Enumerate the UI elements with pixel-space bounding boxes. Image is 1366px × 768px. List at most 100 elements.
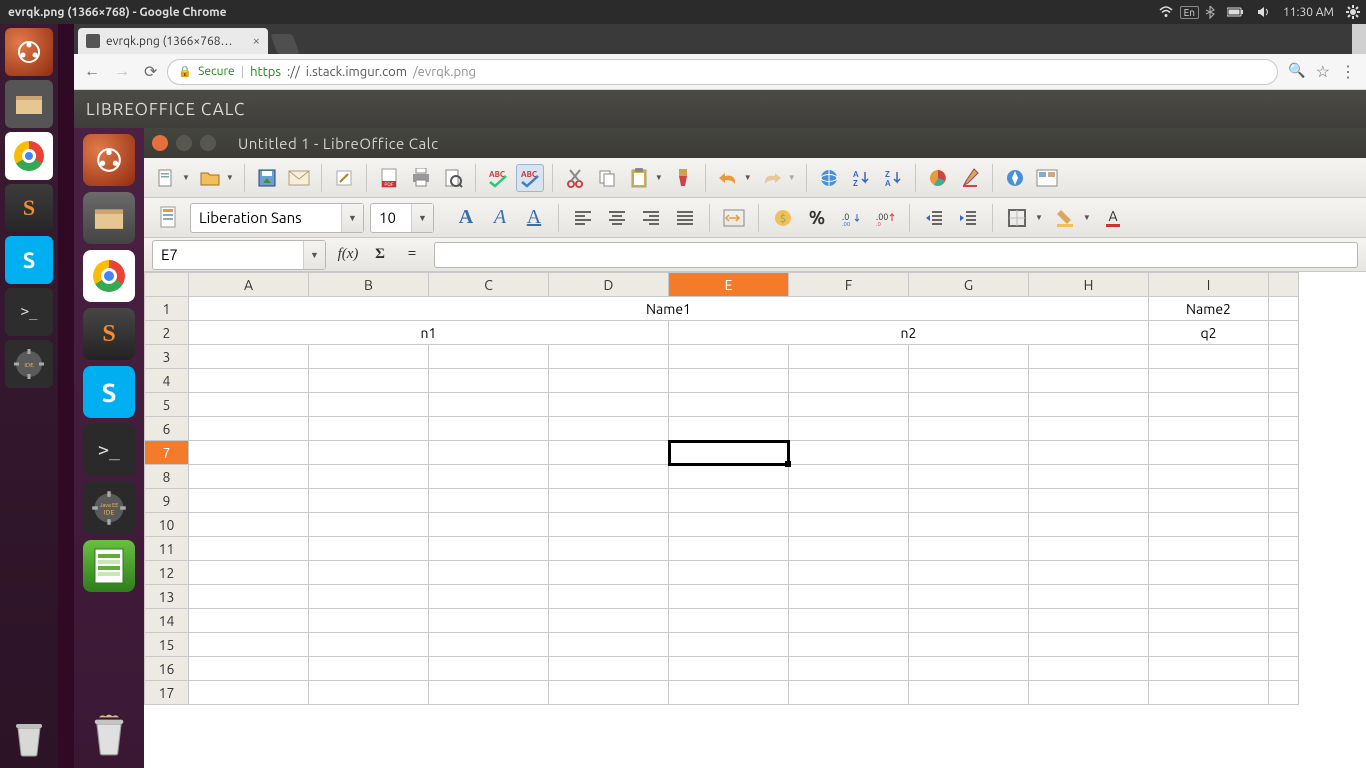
chevron-down-icon[interactable]: ▼ (303, 241, 325, 269)
cell[interactable] (429, 369, 549, 393)
cell[interactable] (669, 561, 789, 585)
cell[interactable]: n1 (189, 321, 669, 345)
cell[interactable] (909, 585, 1029, 609)
trash-icon[interactable] (5, 714, 53, 762)
cell[interactable] (309, 681, 429, 705)
browser-tab-active[interactable]: evrqk.png (1366×768… × (78, 28, 268, 54)
add-decimal-icon[interactable]: .0.00 (837, 204, 865, 232)
redo-icon[interactable] (758, 164, 786, 192)
column-header[interactable]: A (189, 273, 309, 297)
background-color-icon[interactable] (1051, 204, 1079, 232)
align-center-icon[interactable] (603, 204, 631, 232)
window-minimize-button[interactable] (176, 135, 192, 151)
cell[interactable] (909, 465, 1029, 489)
cell[interactable] (669, 369, 789, 393)
navigator-icon[interactable] (1001, 164, 1029, 192)
skype-icon[interactable]: S (83, 366, 135, 418)
skype-icon[interactable]: S (5, 236, 53, 284)
font-size-input[interactable] (371, 209, 411, 226)
dash-icon[interactable] (5, 28, 53, 76)
cell[interactable] (789, 585, 909, 609)
column-header[interactable]: G (909, 273, 1029, 297)
cell[interactable] (429, 441, 549, 465)
cell[interactable] (189, 561, 309, 585)
row-header[interactable]: 14 (145, 609, 189, 633)
show-draw-icon[interactable] (956, 164, 984, 192)
cell[interactable] (1029, 633, 1149, 657)
row-header[interactable]: 8 (145, 465, 189, 489)
cell[interactable] (1149, 657, 1269, 681)
new-tab-button[interactable] (270, 34, 299, 54)
sum-icon[interactable]: Σ (366, 241, 394, 269)
files-icon[interactable] (5, 80, 53, 128)
volume-icon[interactable] (1251, 6, 1277, 18)
column-header[interactable]: D (549, 273, 669, 297)
cell[interactable] (1029, 561, 1149, 585)
cell[interactable] (909, 609, 1029, 633)
paste-icon[interactable] (625, 164, 653, 192)
name-box-input[interactable] (153, 246, 303, 263)
select-all-corner[interactable] (145, 273, 189, 297)
cell[interactable] (309, 465, 429, 489)
function-wizard-icon[interactable]: f(x) (334, 241, 362, 269)
cell[interactable] (1029, 681, 1149, 705)
align-left-icon[interactable] (569, 204, 597, 232)
cell[interactable] (189, 393, 309, 417)
cell[interactable]: Name1 (189, 297, 1149, 321)
cell[interactable] (789, 417, 909, 441)
cell[interactable] (789, 609, 909, 633)
column-header[interactable]: B (309, 273, 429, 297)
cell[interactable] (1149, 681, 1269, 705)
row-header[interactable]: 9 (145, 489, 189, 513)
sublime-icon[interactable]: S (5, 184, 53, 232)
files-icon[interactable] (83, 192, 135, 244)
cell[interactable] (789, 369, 909, 393)
cell[interactable] (1149, 609, 1269, 633)
cell[interactable]: q2 (1149, 321, 1269, 345)
align-justify-icon[interactable] (671, 204, 699, 232)
cell[interactable] (789, 441, 909, 465)
cell[interactable] (789, 657, 909, 681)
javaee-ide-icon[interactable]: Java EEIDE (83, 482, 135, 534)
cut-icon[interactable] (561, 164, 589, 192)
libreoffice-calc-icon[interactable] (83, 540, 135, 592)
cell[interactable] (909, 393, 1029, 417)
underline-icon[interactable]: A (520, 204, 548, 232)
cell[interactable] (549, 681, 669, 705)
cell[interactable] (189, 489, 309, 513)
copy-icon[interactable] (593, 164, 621, 192)
cell[interactable] (309, 393, 429, 417)
name-box[interactable]: ▼ (152, 240, 326, 270)
cell[interactable] (1149, 633, 1269, 657)
cell[interactable] (669, 609, 789, 633)
row-header[interactable]: 3 (145, 345, 189, 369)
save-icon[interactable] (253, 164, 281, 192)
cell[interactable] (789, 513, 909, 537)
row-header[interactable]: 6 (145, 417, 189, 441)
cell[interactable] (909, 657, 1029, 681)
font-name-input[interactable] (191, 209, 341, 226)
zoom-icon[interactable]: 🔍 (1288, 62, 1305, 81)
print-preview-icon[interactable] (439, 164, 467, 192)
column-header[interactable]: C (429, 273, 549, 297)
remove-decimal-icon[interactable]: .00.0 (871, 204, 899, 232)
cell[interactable] (549, 657, 669, 681)
cell[interactable] (309, 537, 429, 561)
cell[interactable] (1149, 489, 1269, 513)
cell[interactable] (669, 465, 789, 489)
cell[interactable] (429, 561, 549, 585)
wifi-icon[interactable] (1152, 5, 1180, 19)
export-pdf-icon[interactable]: PDF (375, 164, 403, 192)
cell[interactable] (909, 345, 1029, 369)
cell[interactable] (1029, 465, 1149, 489)
cell[interactable] (909, 369, 1029, 393)
row-header[interactable]: 7 (145, 441, 189, 465)
cell[interactable] (1029, 369, 1149, 393)
cell[interactable] (789, 345, 909, 369)
spellcheck-icon[interactable]: ABC (484, 164, 512, 192)
cell[interactable] (549, 513, 669, 537)
cell[interactable] (189, 513, 309, 537)
sort-asc-icon[interactable]: AZ (847, 164, 875, 192)
cell[interactable] (429, 633, 549, 657)
cell[interactable] (669, 633, 789, 657)
